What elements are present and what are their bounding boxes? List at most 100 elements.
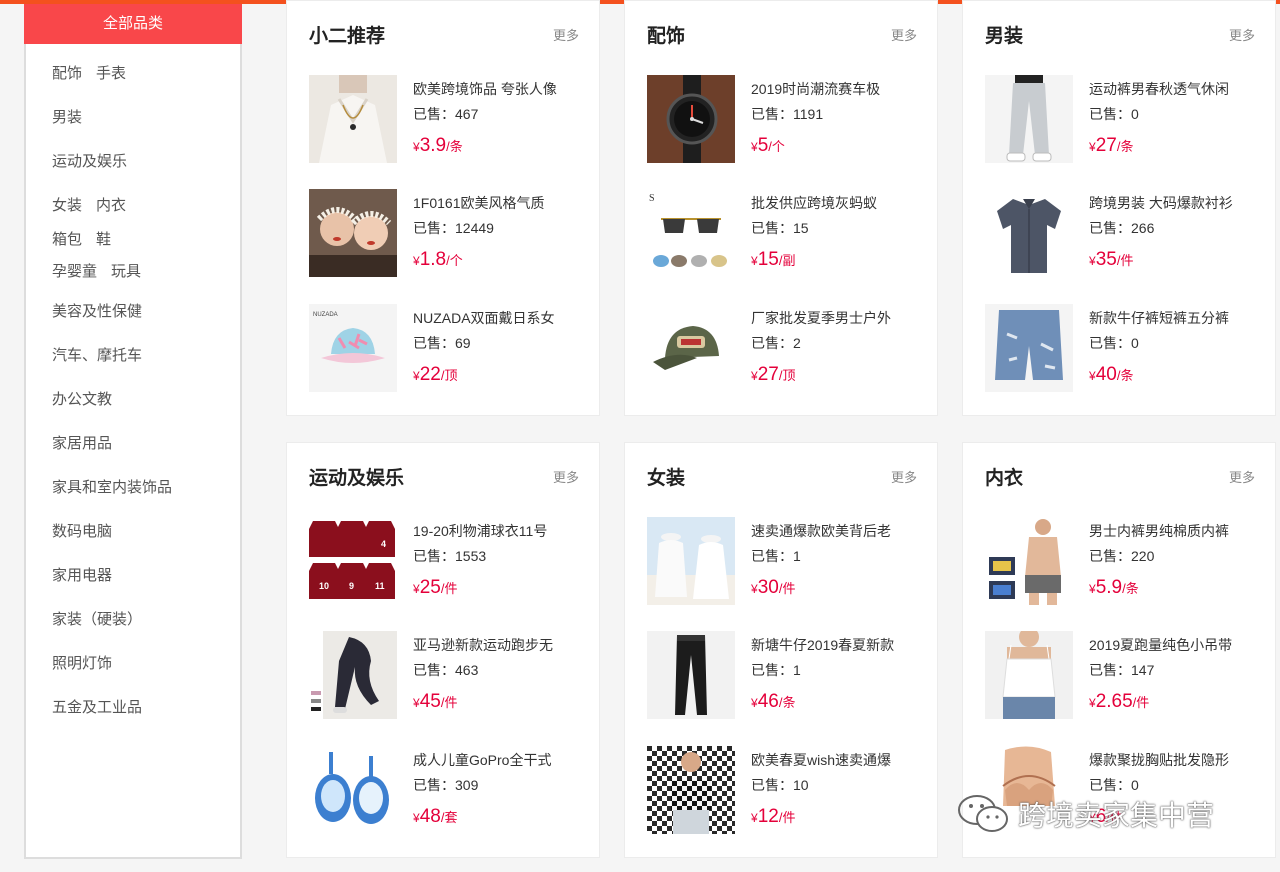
- product-name[interactable]: 2019时尚潮流赛车极: [751, 79, 901, 99]
- product-name[interactable]: 亚马逊新款运动跑步无: [413, 635, 563, 655]
- product-image[interactable]: [985, 189, 1073, 277]
- sold-label: 已售：: [751, 662, 793, 678]
- product-name[interactable]: 批发供应跨境灰蚂蚁: [751, 193, 901, 213]
- product-name[interactable]: 运动裤男春秋透气休闲: [1089, 79, 1239, 99]
- sold-value: 1: [793, 662, 801, 678]
- more-link[interactable]: 更多: [891, 25, 917, 44]
- product-name[interactable]: 新塘牛仔2019春夏新款: [751, 635, 901, 655]
- svg-text:4: 4: [381, 539, 386, 549]
- product-price: ¥3.9/条: [413, 135, 463, 157]
- product-name[interactable]: 男士内裤男纯棉质内裤: [1089, 521, 1239, 541]
- more-link[interactable]: 更多: [553, 467, 579, 486]
- product-name[interactable]: 新款牛仔裤短裤五分裤: [1089, 308, 1239, 328]
- product-name[interactable]: 速卖通爆款欧美背后老: [751, 521, 901, 541]
- category-accessories-watches[interactable]: 配饰 手表: [52, 52, 240, 96]
- product-item[interactable]: 1F0161欧美风格气质 已售：12449 ¥1.8/个: [309, 189, 599, 277]
- price-value: 46: [757, 691, 779, 712]
- category-furniture[interactable]: 家具和室内装饰品: [52, 466, 240, 510]
- sold-count: 已售：220: [1089, 546, 1154, 566]
- category-auto[interactable]: 汽车、摩托车: [52, 334, 240, 378]
- product-image[interactable]: [647, 746, 735, 834]
- price-unit: /个: [768, 139, 785, 154]
- product-name[interactable]: 19-20利物浦球衣11号: [413, 521, 563, 541]
- product-name[interactable]: NUZADA双面戴日系女: [413, 308, 563, 328]
- product-item[interactable]: 2019夏跑量纯色小吊带 已售：147 ¥2.65/件: [985, 631, 1275, 719]
- more-link[interactable]: 更多: [891, 467, 917, 486]
- currency-symbol: ¥: [751, 369, 758, 383]
- product-image[interactable]: [985, 304, 1073, 392]
- category-home[interactable]: 家居用品: [52, 422, 240, 466]
- product-image[interactable]: S: [647, 189, 735, 277]
- price-value: 30: [757, 577, 779, 598]
- price-unit: /条: [1122, 581, 1139, 596]
- panel-title: 女装: [647, 468, 686, 489]
- price-value: 12: [757, 806, 779, 827]
- category-sports[interactable]: 运动及娱乐: [52, 140, 240, 184]
- product-name[interactable]: 爆款聚拢胸贴批发隐形: [1089, 750, 1239, 770]
- product-item[interactable]: 欧美春夏wish速卖通爆 已售：10 ¥12/件: [647, 746, 937, 834]
- category-appliances[interactable]: 家用电器: [52, 554, 240, 598]
- product-item[interactable]: 成人儿童GoPro全干式 已售：309 ¥48/套: [309, 746, 599, 834]
- product-name[interactable]: 欧美跨境饰品 夸张人像: [413, 79, 563, 99]
- product-image[interactable]: [647, 631, 735, 719]
- category-baby-toys[interactable]: 孕婴童 玩具: [52, 256, 240, 290]
- more-link[interactable]: 更多: [1229, 25, 1255, 44]
- sidebar-title[interactable]: 全部品类: [24, 4, 242, 44]
- product-name[interactable]: 1F0161欧美风格气质: [413, 193, 563, 213]
- price-value: 3.9: [419, 135, 447, 156]
- watermark-text: 跨境卖家集中营: [1018, 800, 1215, 831]
- product-image[interactable]: [309, 189, 397, 277]
- product-item[interactable]: 亚马逊新款运动跑步无 已售：463 ¥45/件: [309, 631, 599, 719]
- product-item[interactable]: 厂家批发夏季男士户外 已售：2 ¥27/顶: [647, 304, 937, 392]
- price-unit: /件: [778, 810, 796, 825]
- product-price: ¥45/件: [413, 691, 457, 713]
- price-value: 35: [1095, 249, 1117, 270]
- product-item[interactable]: 新款牛仔裤短裤五分裤 已售：0 ¥40/条: [985, 304, 1275, 392]
- product-item[interactable]: 欧美跨境饰品 夸张人像 已售：467 ¥3.9/条: [309, 75, 599, 163]
- more-link[interactable]: 更多: [553, 25, 579, 44]
- product-item[interactable]: 跨境男装 大码爆款衬衫 已售：266 ¥35/件: [985, 189, 1275, 277]
- price-unit: /件: [1116, 253, 1134, 268]
- product-item[interactable]: 速卖通爆款欧美背后老 已售：1 ¥30/件: [647, 517, 937, 605]
- price-value: 27: [757, 364, 779, 385]
- product-item[interactable]: 新塘牛仔2019春夏新款 已售：1 ¥46/条: [647, 631, 937, 719]
- product-item[interactable]: 2019时尚潮流赛车极 已售：1191 ¥5/个: [647, 75, 937, 163]
- more-link[interactable]: 更多: [1229, 467, 1255, 486]
- product-image[interactable]: [985, 75, 1073, 163]
- category-beauty[interactable]: 美容及性保健: [52, 290, 240, 334]
- category-hardware-decor[interactable]: 家装（硬装）: [52, 598, 240, 642]
- product-name[interactable]: 成人儿童GoPro全干式: [413, 750, 563, 770]
- sold-value: 467: [455, 106, 479, 122]
- product-image[interactable]: [647, 304, 735, 392]
- category-menswear[interactable]: 男装: [52, 96, 240, 140]
- product-name[interactable]: 跨境男装 大码爆款衬衫: [1089, 193, 1239, 213]
- product-item[interactable]: 运动裤男春秋透气休闲 已售：0 ¥27/条: [985, 75, 1275, 163]
- product-item[interactable]: 4 10 9 11 19-20利物浦球衣11号 已售：1553 ¥25/件: [309, 517, 599, 605]
- price-value: 22: [419, 364, 441, 385]
- product-item[interactable]: NUZADA NUZADA双面戴日系女 已售：69 ¥22/顶: [309, 304, 599, 392]
- product-image[interactable]: [309, 746, 397, 834]
- category-office[interactable]: 办公文教: [52, 378, 240, 422]
- sold-label: 已售：: [1089, 548, 1131, 564]
- category-digital[interactable]: 数码电脑: [52, 510, 240, 554]
- panel-1: 配饰 更多 2019时尚潮流赛车极 已售：1191 ¥5/个 S 批发供应跨境灰蚂蚁 已售：1…: [624, 0, 938, 416]
- product-image[interactable]: [985, 517, 1073, 605]
- product-image[interactable]: [309, 75, 397, 163]
- product-image[interactable]: [647, 75, 735, 163]
- product-image[interactable]: [647, 517, 735, 605]
- category-lighting[interactable]: 照明灯饰: [52, 642, 240, 686]
- product-item[interactable]: 男士内裤男纯棉质内裤 已售：220 ¥5.9/条: [985, 517, 1275, 605]
- category-bags-shoes[interactable]: 箱包鞋: [52, 224, 240, 256]
- category-tools-industrial[interactable]: 五金及工业品: [52, 686, 240, 730]
- product-name[interactable]: 2019夏跑量纯色小吊带: [1089, 635, 1239, 655]
- product-name[interactable]: 欧美春夏wish速卖通爆: [751, 750, 901, 770]
- sold-value: 1553: [455, 548, 487, 564]
- product-image[interactable]: 4 10 9 11: [309, 517, 397, 605]
- category-womenswear-underwear[interactable]: 女装 内衣: [52, 184, 240, 224]
- product-name[interactable]: 厂家批发夏季男士户外: [751, 308, 901, 328]
- product-image[interactable]: NUZADA: [309, 304, 397, 392]
- price-unit: /条: [446, 139, 463, 154]
- product-image[interactable]: [985, 631, 1073, 719]
- product-item[interactable]: S 批发供应跨境灰蚂蚁 已售：15 ¥15/副: [647, 189, 937, 277]
- product-image[interactable]: [309, 631, 397, 719]
